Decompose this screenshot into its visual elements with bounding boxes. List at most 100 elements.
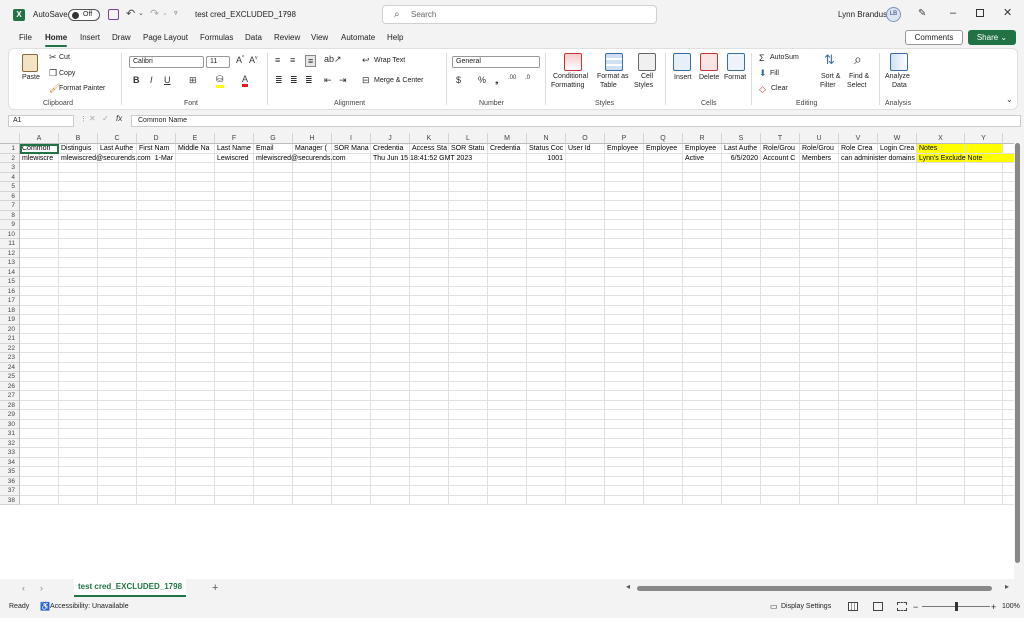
grid-cell[interactable] — [878, 476, 917, 486]
row-header[interactable]: 10 — [0, 229, 20, 239]
grid-cell[interactable] — [254, 486, 293, 496]
grid-cell[interactable] — [722, 372, 761, 382]
find-select-label[interactable]: Find & — [849, 73, 869, 80]
grid-cell[interactable] — [215, 410, 254, 420]
grid-cell[interactable] — [449, 448, 488, 458]
grid-cell[interactable] — [254, 239, 293, 249]
format-as-table-icon[interactable] — [605, 53, 623, 71]
grid-cell[interactable] — [137, 305, 176, 315]
grid-cell[interactable] — [800, 476, 839, 486]
grid-cell[interactable] — [59, 429, 98, 439]
grid-cell[interactable] — [293, 362, 332, 372]
grid-cell[interactable] — [917, 391, 965, 401]
grid-cell[interactable] — [254, 381, 293, 391]
conditional-formatting-label[interactable]: Conditional — [553, 73, 588, 80]
grid-cell[interactable] — [20, 315, 59, 325]
file-title[interactable]: test cred_EXCLUDED_1798 — [195, 0, 296, 30]
cut-button[interactable]: Cut — [59, 54, 70, 61]
grid-cell[interactable] — [215, 457, 254, 467]
font-name-select[interactable]: Calibri — [129, 56, 204, 68]
undo-icon[interactable]: ↶ — [126, 7, 135, 20]
grid-cell[interactable] — [800, 163, 839, 173]
grid-cell[interactable] — [98, 296, 137, 306]
grid-cell[interactable] — [98, 220, 137, 230]
vertical-scroll-thumb[interactable] — [1015, 143, 1020, 563]
grid-cell[interactable] — [722, 391, 761, 401]
column-header[interactable]: F — [215, 133, 254, 144]
grid-cell[interactable] — [254, 210, 293, 220]
grid-cell[interactable] — [761, 419, 800, 429]
grid-cell[interactable] — [98, 467, 137, 477]
grid-cell[interactable] — [59, 457, 98, 467]
grid-cell[interactable] — [878, 191, 917, 201]
grid-cell[interactable] — [98, 305, 137, 315]
grid-cell[interactable] — [878, 381, 917, 391]
grid-cell[interactable] — [965, 277, 1003, 287]
analyze-data-icon[interactable] — [890, 53, 908, 71]
grid-cell[interactable] — [965, 410, 1003, 420]
grid-cell[interactable] — [800, 296, 839, 306]
row-header[interactable]: 35 — [0, 467, 20, 477]
grid-cell[interactable] — [98, 172, 137, 182]
grid-cell[interactable] — [722, 486, 761, 496]
grid-cell[interactable] — [293, 372, 332, 382]
grid-cell[interactable] — [20, 419, 59, 429]
grid-cell[interactable] — [98, 400, 137, 410]
grid-cell[interactable] — [605, 381, 644, 391]
grid-cell[interactable] — [137, 248, 176, 258]
grid-cell[interactable] — [527, 457, 566, 467]
grid-cell[interactable] — [293, 438, 332, 448]
grid-cell[interactable] — [878, 334, 917, 344]
grid-cell[interactable] — [176, 182, 215, 192]
font-size-select[interactable]: 11 — [206, 56, 230, 68]
grid-cell[interactable] — [965, 296, 1003, 306]
grid-cell[interactable] — [527, 267, 566, 277]
worksheet-grid[interactable]: A B C D E F G H I J K L M N O P Q R S T U V W X Y 1 Common Distingu… — [0, 133, 1016, 579]
grid-cell[interactable] — [137, 419, 176, 429]
grid-cell[interactable] — [371, 210, 410, 220]
grid-cell[interactable] — [410, 258, 449, 268]
row-header[interactable]: 34 — [0, 457, 20, 467]
grid-cell[interactable] — [254, 163, 293, 173]
grid-cell[interactable] — [683, 476, 722, 486]
merge-center-button[interactable]: Merge & Center — [374, 77, 423, 84]
grid-cell[interactable] — [965, 353, 1003, 363]
grid-cell[interactable] — [449, 429, 488, 439]
grid-cell[interactable] — [605, 486, 644, 496]
delete-cells-icon[interactable] — [700, 53, 718, 71]
grid-cell[interactable] — [761, 239, 800, 249]
grid-cell[interactable] — [566, 362, 605, 372]
grid-cell[interactable] — [878, 229, 917, 239]
grid-cell[interactable] — [965, 362, 1003, 372]
grid-cell[interactable] — [527, 353, 566, 363]
grid-cell[interactable] — [878, 258, 917, 268]
grid-cell[interactable] — [566, 391, 605, 401]
grid-cell[interactable] — [917, 362, 965, 372]
grid-cell[interactable] — [839, 495, 878, 505]
grid-cell[interactable] — [965, 324, 1003, 334]
grid-cell[interactable] — [683, 277, 722, 287]
grid-cell[interactable] — [371, 362, 410, 372]
grid-cell[interactable] — [683, 296, 722, 306]
grid-cell[interactable] — [176, 210, 215, 220]
grid-cell[interactable] — [800, 182, 839, 192]
grid-cell[interactable] — [332, 457, 371, 467]
grid-cell[interactable] — [605, 315, 644, 325]
grid-cell[interactable] — [332, 419, 371, 429]
grid-cell[interactable] — [761, 220, 800, 230]
grid-cell[interactable] — [371, 400, 410, 410]
grid-cell[interactable] — [20, 353, 59, 363]
grid-cell[interactable] — [488, 191, 527, 201]
grid-cell[interactable]: User Id — [566, 144, 605, 154]
grid-cell[interactable]: Access Sta — [410, 144, 449, 154]
grid-cell[interactable] — [293, 334, 332, 344]
grid-cell[interactable] — [878, 438, 917, 448]
grid-cell[interactable] — [59, 391, 98, 401]
format-painter-button[interactable]: Format Painter — [59, 85, 105, 92]
grid-cell[interactable] — [527, 419, 566, 429]
close-icon[interactable]: ✕ — [1003, 6, 1012, 19]
fill-button[interactable]: Fill — [770, 70, 779, 77]
grid-cell[interactable] — [566, 495, 605, 505]
grid-cell[interactable] — [683, 495, 722, 505]
page-layout-view-icon[interactable] — [873, 602, 883, 611]
